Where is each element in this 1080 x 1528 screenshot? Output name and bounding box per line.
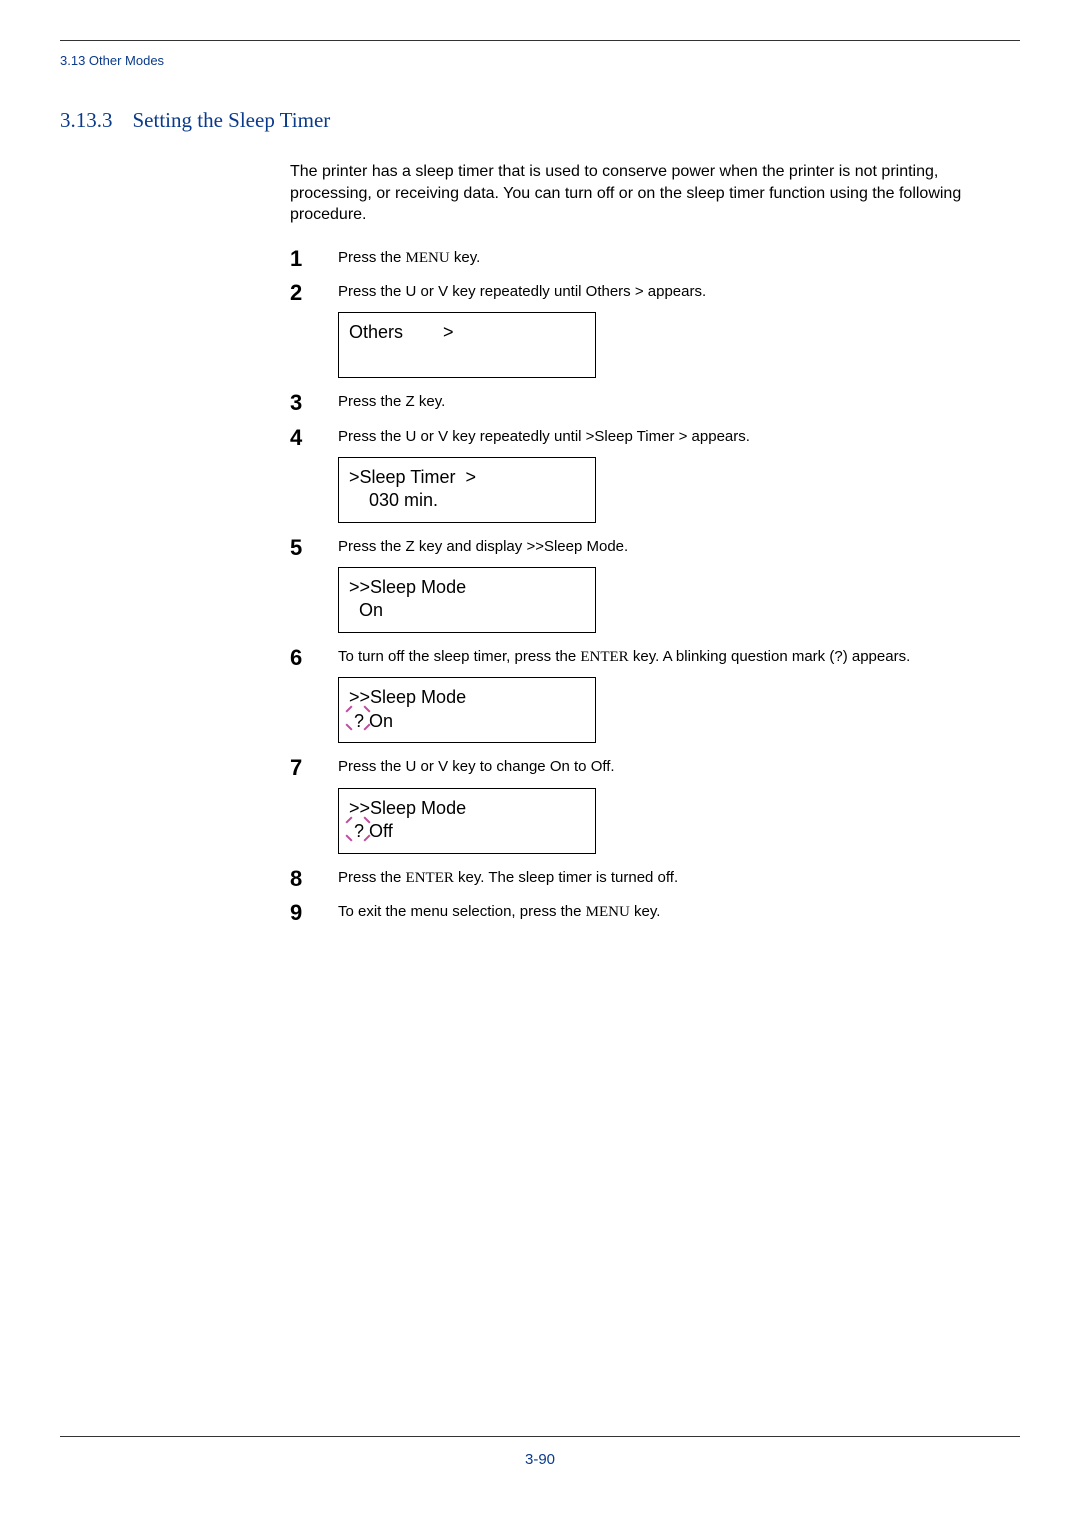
lcd-display: >>Sleep Mode ? On [338, 677, 596, 743]
step-number: 3 [290, 390, 326, 416]
key-name: V [438, 758, 448, 775]
bottom-rule [60, 1436, 1020, 1437]
step-1: 1 Press the MENU key. [290, 248, 1020, 268]
key-name: U [406, 428, 417, 445]
lcd-display: Others > [338, 312, 596, 378]
key-name: Z [406, 393, 415, 410]
step-text: Press the ENTER key. The sleep timer is … [338, 868, 1020, 888]
text: Press the [338, 393, 406, 410]
text: Press the [338, 538, 406, 555]
text: key. [630, 903, 661, 920]
key-name: ENTER [580, 649, 628, 665]
display-text: >Sleep Timer > [586, 428, 688, 445]
step-7: 7 Press the U or V key to change On to O… [290, 757, 1020, 853]
section-title: Setting the Sleep Timer [133, 108, 331, 132]
text: ) appears. [843, 648, 911, 665]
key-name: ENTER [406, 870, 454, 886]
key-name: MENU [586, 904, 630, 920]
text: Press the [338, 758, 406, 775]
text: To turn off the sleep timer, press the [338, 648, 580, 665]
text: key. A blinking question mark ( [629, 648, 835, 665]
text: key. [415, 393, 446, 410]
step-text: Press the U or V key to change On to Off… [338, 757, 1020, 853]
lcd-line-2: ? Off [349, 820, 585, 843]
display-text: Off [591, 758, 611, 775]
text: . [610, 758, 614, 775]
key-name: U [406, 283, 417, 300]
section-heading: 3.13.3 Setting the Sleep Timer [60, 108, 1020, 133]
page-footer: 3-90 [60, 1436, 1020, 1468]
text: Press the [338, 869, 406, 886]
text: To exit the menu selection, press the [338, 903, 586, 920]
step-text: Press the Z key and display >>Sleep Mode… [338, 537, 1020, 633]
step-number: 4 [290, 425, 326, 451]
lcd-line-2: On [349, 599, 585, 622]
step-text: Press the Z key. [338, 392, 1020, 412]
document-page: 3.13 Other Modes 3.13.3 Setting the Sleep… [0, 0, 1080, 1528]
key-name: MENU [406, 250, 450, 266]
display-text: On [550, 758, 570, 775]
page-number: 3-90 [60, 1451, 1020, 1468]
text: or [416, 428, 438, 445]
text: to [570, 758, 591, 775]
lcd-line-2: ? On [349, 710, 585, 733]
text: or [416, 758, 438, 775]
step-number: 9 [290, 900, 326, 926]
step-number: 5 [290, 535, 326, 561]
lcd-line-1: >>Sleep Mode [349, 797, 585, 820]
step-8: 8 Press the ENTER key. The sleep timer i… [290, 868, 1020, 888]
text: appears. [687, 428, 750, 445]
key-name: V [438, 283, 448, 300]
text: key. [450, 249, 481, 266]
key-name: U [406, 758, 417, 775]
step-number: 7 [290, 755, 326, 781]
text: Press the [338, 249, 406, 266]
lcd-line-1: >>Sleep Mode [349, 686, 585, 709]
text: key to change [448, 758, 550, 775]
lcd-line-1: >>Sleep Mode [349, 576, 585, 599]
step-text: To turn off the sleep timer, press the E… [338, 647, 1020, 743]
key-name: V [438, 428, 448, 445]
display-text: >>Sleep Mode [526, 538, 624, 555]
step-number: 2 [290, 280, 326, 306]
lcd-line-1: Others > [349, 321, 585, 344]
text: key. The sleep timer is turned off. [454, 869, 678, 886]
text: appears. [644, 283, 707, 300]
section-number: 3.13.3 [60, 108, 113, 132]
text: . [624, 538, 628, 555]
steps-list: 1 Press the MENU key. 2 Press the U or V… [290, 248, 1020, 922]
breadcrumb: 3.13 Other Modes [60, 53, 1020, 68]
lcd-display: >Sleep Timer > 030 min. [338, 457, 596, 523]
display-text: ? [834, 648, 842, 665]
step-number: 6 [290, 645, 326, 671]
key-name: Z [406, 538, 415, 555]
display-text: Others > [586, 283, 644, 300]
text: key and display [415, 538, 527, 555]
lcd-line-2: 030 min. [349, 489, 585, 512]
step-5: 5 Press the Z key and display >>Sleep Mo… [290, 537, 1020, 633]
lcd-display: >>Sleep Mode On [338, 567, 596, 633]
text: or [416, 283, 438, 300]
step-text: Press the U or V key repeatedly until Ot… [338, 282, 1020, 378]
text: Press the [338, 283, 406, 300]
lcd-display: >>Sleep Mode ? Off [338, 788, 596, 854]
step-4: 4 Press the U or V key repeatedly until … [290, 427, 1020, 523]
step-3: 3 Press the Z key. [290, 392, 1020, 412]
text: key repeatedly until [448, 428, 586, 445]
top-rule [60, 40, 1020, 41]
lcd-line-1: >Sleep Timer > [349, 466, 585, 489]
step-text: Press the U or V key repeatedly until >S… [338, 427, 1020, 523]
step-9: 9 To exit the menu selection, press the … [290, 902, 1020, 922]
text: Press the [338, 428, 406, 445]
text: key repeatedly until [448, 283, 586, 300]
step-number: 1 [290, 246, 326, 272]
intro-paragraph: The printer has a sleep timer that is us… [290, 161, 1020, 226]
step-text: To exit the menu selection, press the ME… [338, 902, 1020, 922]
step-2: 2 Press the U or V key repeatedly until … [290, 282, 1020, 378]
step-text: Press the MENU key. [338, 248, 1020, 268]
step-number: 8 [290, 866, 326, 892]
step-6: 6 To turn off the sleep timer, press the… [290, 647, 1020, 743]
